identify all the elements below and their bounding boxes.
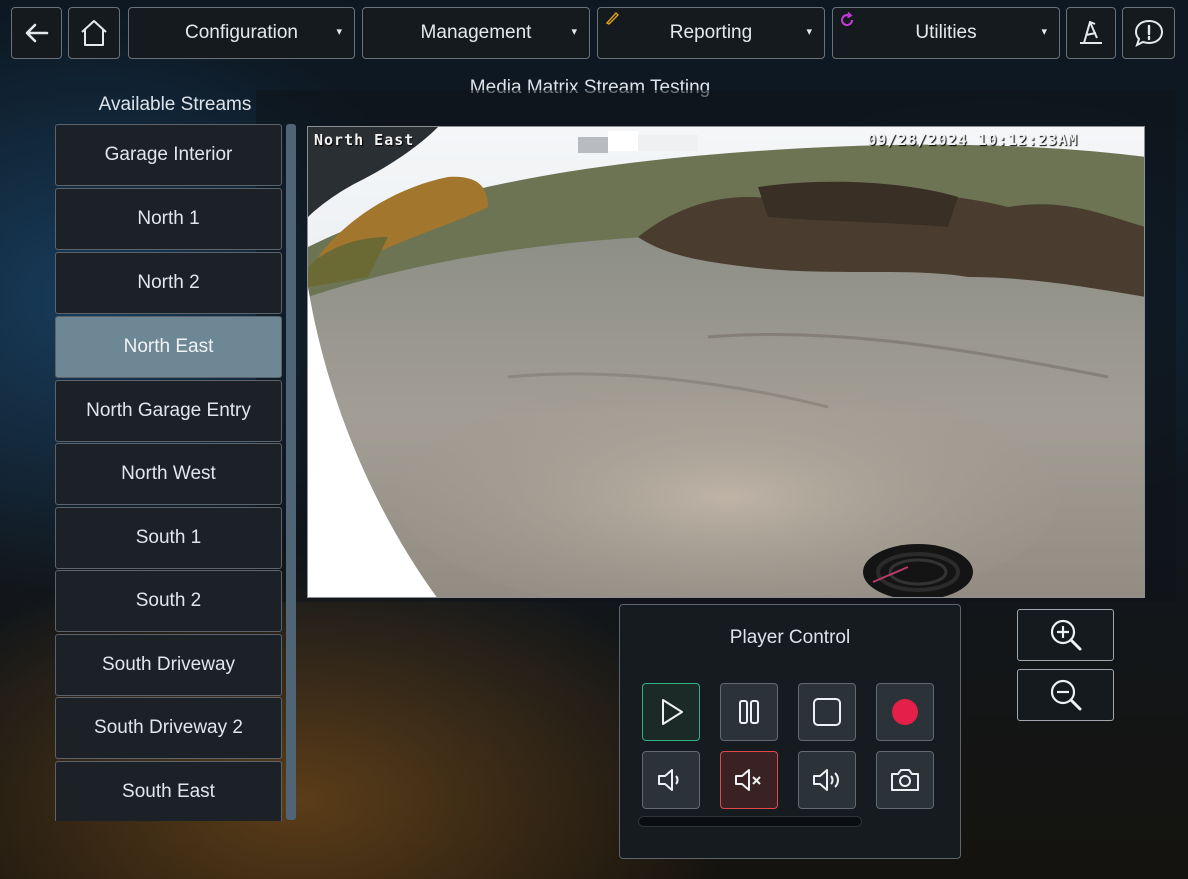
chevron-down-icon: ▾ [1041, 26, 1047, 38]
playback-progress-bar[interactable] [638, 816, 862, 827]
chevron-down-icon: ▾ [336, 26, 342, 38]
record-button[interactable] [876, 683, 934, 741]
stream-item-label: North East [123, 336, 214, 357]
volume-down-button[interactable] [642, 751, 700, 809]
stream-item-south-driveway-2[interactable]: South Driveway 2 [55, 697, 282, 759]
timestamp-overlay: 09/28/2024 10:12:23AM [867, 131, 1078, 149]
feedback-button[interactable] [1122, 7, 1175, 59]
pen-icon [605, 11, 619, 25]
volume-mute-icon [735, 769, 761, 791]
play-button[interactable] [642, 683, 700, 741]
home-icon [81, 20, 107, 46]
play-icon [662, 699, 683, 725]
camera-feed-image [308, 127, 1144, 597]
wizard-hat-icon [1080, 21, 1102, 44]
player-control-panel: Player Control [619, 604, 961, 859]
player-control-title: Player Control [729, 627, 851, 648]
stream-item-south-1[interactable]: South 1 [55, 507, 282, 569]
arrow-left-icon [25, 23, 48, 43]
stream-item-label: North Garage Entry [86, 400, 251, 421]
configuration-menu[interactable]: Configuration ▾ [128, 7, 355, 59]
reporting-menu[interactable]: Reporting ▾ [597, 7, 825, 59]
stream-list-scrollbar[interactable] [286, 124, 296, 820]
stop-icon [813, 698, 841, 726]
stream-item-north-2[interactable]: North 2 [55, 252, 282, 314]
record-icon [892, 699, 918, 725]
camera-icon [891, 769, 919, 791]
stream-item-label: South Driveway 2 [94, 717, 243, 738]
camera-name-overlay: North East [314, 131, 415, 149]
wizard-button[interactable] [1066, 7, 1116, 59]
stream-item-north-garage-entry[interactable]: North Garage Entry [55, 380, 282, 442]
stream-item-south-east[interactable]: South East [55, 761, 282, 821]
zoom-out-button[interactable] [1017, 669, 1114, 721]
volume-low-icon [658, 769, 679, 791]
pause-button[interactable] [720, 683, 778, 741]
reporting-label: Reporting [669, 22, 753, 43]
refresh-icon [841, 11, 854, 27]
stream-item-label: South East [122, 781, 215, 802]
stream-item-label: Garage Interior [104, 144, 233, 165]
snapshot-button[interactable] [876, 751, 934, 809]
back-button[interactable] [11, 7, 62, 59]
stream-item-label: North 2 [137, 272, 200, 293]
stream-item-south-driveway[interactable]: South Driveway [55, 634, 282, 696]
chevron-down-icon: ▾ [571, 26, 577, 38]
volume-up-button[interactable] [798, 751, 856, 809]
stream-list: Garage Interior North 1 North 2 North Ea… [55, 124, 283, 821]
pause-icon [739, 700, 759, 724]
stream-item-south-2[interactable]: South 2 [55, 570, 282, 632]
zoom-in-icon [1050, 619, 1081, 651]
volume-high-icon [813, 769, 839, 791]
stream-item-north-1[interactable]: North 1 [55, 188, 282, 250]
stream-item-label: South 2 [135, 590, 202, 611]
management-menu[interactable]: Management ▾ [362, 7, 590, 59]
stream-item-label: North West [121, 463, 216, 484]
stream-item-north-east[interactable]: North East [55, 316, 282, 378]
mute-button[interactable] [720, 751, 778, 809]
stream-item-label: South 1 [135, 527, 202, 548]
stream-item-label: South Driveway [101, 654, 236, 675]
speech-bubble-alert-icon [1134, 19, 1163, 47]
sidebar-title: Available Streams [98, 94, 252, 115]
utilities-menu[interactable]: Utilities ▾ [832, 7, 1060, 59]
stream-item-label: North 1 [137, 208, 200, 229]
stop-button[interactable] [798, 683, 856, 741]
management-label: Management [420, 22, 532, 43]
chevron-down-icon: ▾ [806, 26, 812, 38]
stream-item-garage-interior[interactable]: Garage Interior [55, 124, 282, 186]
zoom-out-icon [1050, 679, 1081, 711]
zoom-in-button[interactable] [1017, 609, 1114, 661]
camera-feed: North East 09/28/2024 10:12:23AM [307, 126, 1145, 598]
home-button[interactable] [68, 7, 120, 59]
configuration-label: Configuration [184, 22, 299, 43]
utilities-label: Utilities [915, 22, 977, 43]
stream-item-north-west[interactable]: North West [55, 443, 282, 505]
